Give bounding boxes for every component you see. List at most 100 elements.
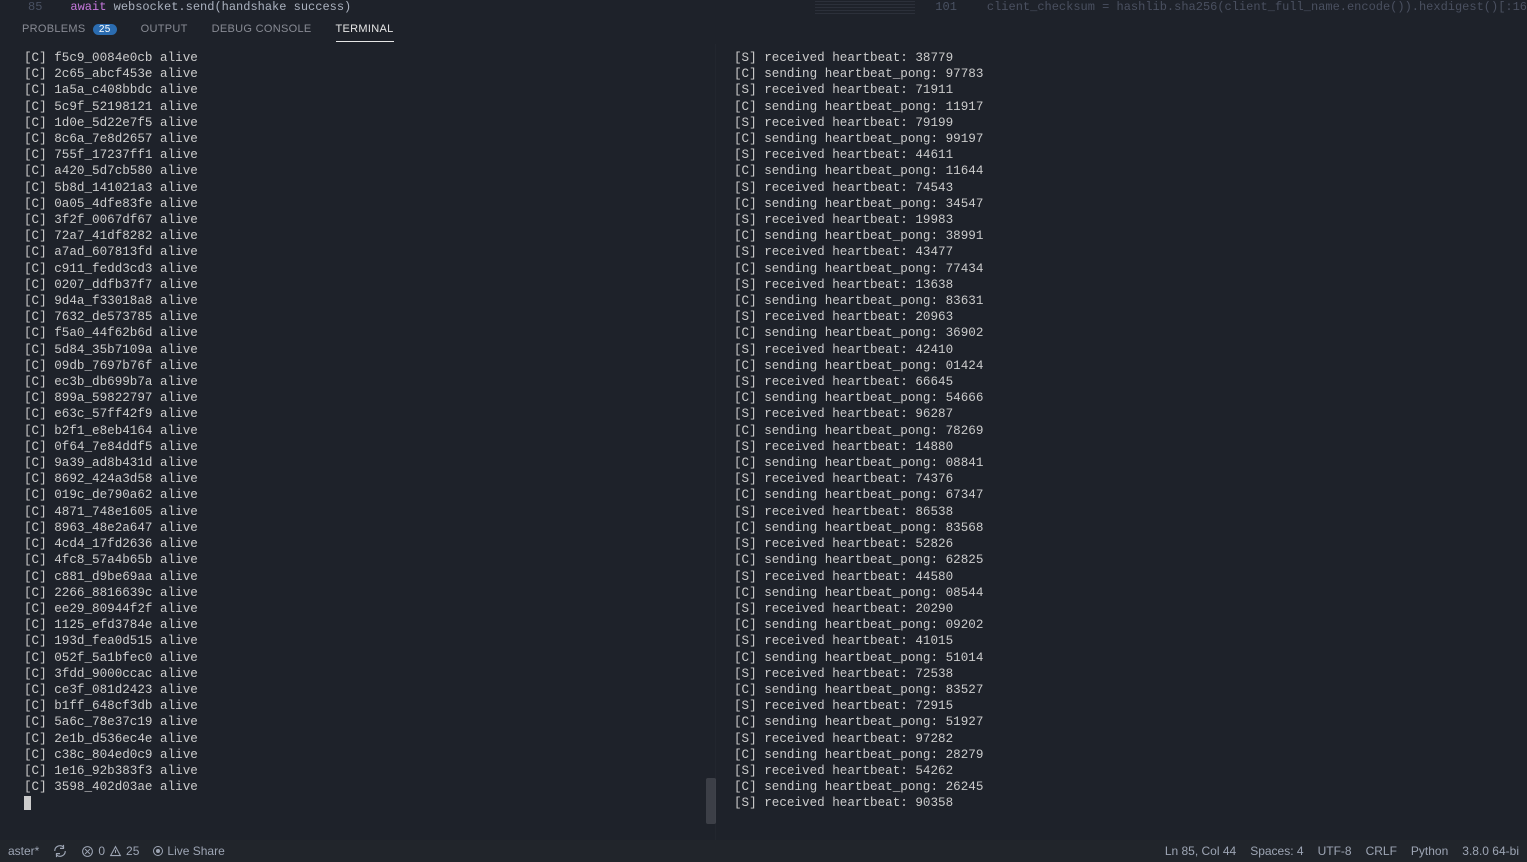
status-warning-count: 25 [126, 844, 139, 858]
terminal-line: [C] 5b8d_141021a3 alive [24, 180, 713, 196]
terminal-line: [C] 8963_48e2a647 alive [24, 520, 713, 536]
terminal-line: [C] 019c_de790a62 alive [24, 487, 713, 503]
terminal-line: [C] 899a_59822797 alive [24, 390, 713, 406]
terminal-line: [S] received heartbeat: 19983 [734, 212, 1525, 228]
terminal-line: [C] 755f_17237ff1 alive [24, 147, 713, 163]
terminal-line: [S] received heartbeat: 43477 [734, 244, 1525, 260]
warning-icon [109, 845, 122, 858]
terminal-line: [C] 3f2f_0067df67 alive [24, 212, 713, 228]
terminal-line: [C] c881_d9be69aa alive [24, 569, 713, 585]
tab-problems-label: PROBLEMS [22, 23, 86, 35]
editor-code-left[interactable]: await websocket.send(handshake success) [70, 0, 351, 14]
sync-icon [53, 844, 67, 858]
editor-fragment: 85 await websocket.send(handshake succes… [0, 0, 1527, 14]
status-live-share[interactable]: Live Share [153, 844, 224, 858]
status-language[interactable]: Python [1411, 844, 1448, 858]
terminal-line: [S] received heartbeat: 20963 [734, 309, 1525, 325]
terminal-line: [C] 1d0e_5d22e7f5 alive [24, 115, 713, 131]
terminal-line: [C] b1ff_648cf3db alive [24, 698, 713, 714]
terminal-line: [C] sending heartbeat_pong: 09202 [734, 617, 1525, 633]
terminal-line: [C] 4871_748e1605 alive [24, 504, 713, 520]
terminal-line: [S] received heartbeat: 71911 [734, 82, 1525, 98]
terminal-area: [C] f5c9_0084e0cb alive[C] 2c65_abcf453e… [0, 44, 1527, 840]
terminal-line: [C] sending heartbeat_pong: 34547 [734, 196, 1525, 212]
terminal-line: [C] 09db_7697b76f alive [24, 358, 713, 374]
terminal-cursor [24, 796, 31, 810]
status-encoding[interactable]: UTF-8 [1318, 844, 1352, 858]
terminal-line: [C] sending heartbeat_pong: 83631 [734, 293, 1525, 309]
terminal-line: [C] 3598_402d03ae alive [24, 779, 713, 795]
terminal-line: [C] e63c_57ff42f9 alive [24, 406, 713, 422]
terminal-line: [C] 9a39_ad8b431d alive [24, 455, 713, 471]
terminal-line: [C] 0f64_7e84ddf5 alive [24, 439, 713, 455]
status-live-share-label: Live Share [167, 844, 224, 858]
panel-tab-bar: PROBLEMS 25 OUTPUT DEBUG CONSOLE TERMINA… [0, 14, 1527, 44]
terminal-line: [S] received heartbeat: 90358 [734, 795, 1525, 811]
terminal-line: [C] 5d84_35b7109a alive [24, 342, 713, 358]
terminal-line: [C] sending heartbeat_pong: 08544 [734, 585, 1525, 601]
terminal-pane-right[interactable]: [S] received heartbeat: 38779[C] sending… [716, 44, 1527, 840]
terminal-line: [S] received heartbeat: 96287 [734, 406, 1525, 422]
terminal-line: [S] received heartbeat: 79199 [734, 115, 1525, 131]
terminal-line: [S] received heartbeat: 14880 [734, 439, 1525, 455]
tab-output[interactable]: OUTPUT [141, 23, 188, 35]
status-eol[interactable]: CRLF [1366, 844, 1397, 858]
editor-line-number-right: 101 [935, 0, 967, 14]
terminal-line: [C] 0a05_4dfe83fe alive [24, 196, 713, 212]
terminal-line: [C] sending heartbeat_pong: 08841 [734, 455, 1525, 471]
terminal-line: [S] received heartbeat: 72915 [734, 698, 1525, 714]
terminal-line: [C] f5a0_44f62b6d alive [24, 325, 713, 341]
status-problems[interactable]: 0 25 [81, 844, 139, 858]
editor-line-number-left: 85 [28, 0, 52, 14]
terminal-line: [C] 2266_8816639c alive [24, 585, 713, 601]
terminal-line: [S] received heartbeat: 74543 [734, 180, 1525, 196]
editor-code-right[interactable]: client_checksum = hashlib.sha256(client_… [987, 0, 1527, 14]
terminal-line: [C] 9d4a_f33018a8 alive [24, 293, 713, 309]
terminal-line: [C] 5a6c_78e37c19 alive [24, 714, 713, 730]
scrollbar-thumb[interactable] [706, 778, 716, 824]
terminal-line: [S] received heartbeat: 74376 [734, 471, 1525, 487]
terminal-line: [C] sending heartbeat_pong: 01424 [734, 358, 1525, 374]
terminal-line: [C] sending heartbeat_pong: 38991 [734, 228, 1525, 244]
terminal-line: [S] received heartbeat: 41015 [734, 633, 1525, 649]
terminal-line: [C] ce3f_081d2423 alive [24, 682, 713, 698]
terminal-line: [C] sending heartbeat_pong: 51927 [734, 714, 1525, 730]
terminal-line: [C] ec3b_db699b7a alive [24, 374, 713, 390]
error-icon [81, 845, 94, 858]
terminal-line: [S] received heartbeat: 66645 [734, 374, 1525, 390]
status-error-count: 0 [98, 844, 105, 858]
terminal-line: [S] received heartbeat: 44611 [734, 147, 1525, 163]
terminal-line: [C] 193d_fea0d515 alive [24, 633, 713, 649]
terminal-line: [C] sending heartbeat_pong: 26245 [734, 779, 1525, 795]
terminal-line: [C] 4cd4_17fd2636 alive [24, 536, 713, 552]
status-ln-col[interactable]: Ln 85, Col 44 [1165, 844, 1236, 858]
terminal-line: [C] c911_fedd3cd3 alive [24, 261, 713, 277]
status-sync[interactable] [53, 844, 67, 858]
live-share-icon [153, 846, 163, 856]
terminal-line: [C] sending heartbeat_pong: 62825 [734, 552, 1525, 568]
terminal-pane-left[interactable]: [C] f5c9_0084e0cb alive[C] 2c65_abcf453e… [0, 44, 716, 840]
terminal-line: [C] sending heartbeat_pong: 83527 [734, 682, 1525, 698]
terminal-line: [S] received heartbeat: 44580 [734, 569, 1525, 585]
terminal-line: [C] sending heartbeat_pong: 11644 [734, 163, 1525, 179]
status-bar: aster* 0 25 Live Share Ln 85, Col 44 Spa… [0, 840, 1527, 862]
terminal-line: [S] received heartbeat: 20290 [734, 601, 1525, 617]
status-spaces[interactable]: Spaces: 4 [1250, 844, 1303, 858]
tab-problems[interactable]: PROBLEMS 25 [22, 23, 117, 35]
terminal-line: [C] a420_5d7cb580 alive [24, 163, 713, 179]
terminal-line: [C] b2f1_e8eb4164 alive [24, 423, 713, 439]
terminal-line: [C] 1125_efd3784e alive [24, 617, 713, 633]
terminal-line: [S] received heartbeat: 13638 [734, 277, 1525, 293]
status-interpreter[interactable]: 3.8.0 64-bi [1462, 844, 1519, 858]
tab-debug-console[interactable]: DEBUG CONSOLE [212, 23, 312, 35]
minimap[interactable] [815, 0, 915, 14]
terminal-line: [C] 7632_de573785 alive [24, 309, 713, 325]
status-branch[interactable]: aster* [8, 844, 39, 858]
tab-terminal[interactable]: TERMINAL [336, 23, 394, 42]
terminal-line: [C] sending heartbeat_pong: 28279 [734, 747, 1525, 763]
terminal-line: [C] 2e1b_d536ec4e alive [24, 731, 713, 747]
terminal-line: [C] a7ad_607813fd alive [24, 244, 713, 260]
problems-count-badge: 25 [93, 24, 117, 35]
terminal-line: [C] sending heartbeat_pong: 78269 [734, 423, 1525, 439]
terminal-line: [C] 8c6a_7e8d2657 alive [24, 131, 713, 147]
